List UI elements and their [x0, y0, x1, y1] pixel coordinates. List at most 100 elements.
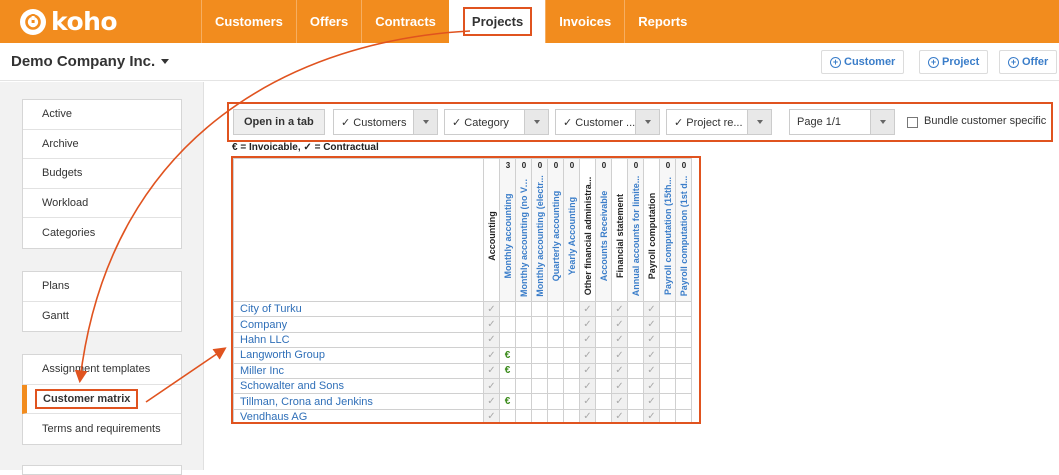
matrix-cell[interactable] [531, 316, 548, 333]
matrix-cell[interactable] [531, 331, 548, 349]
matrix-cell[interactable] [627, 408, 644, 422]
matrix-cell[interactable]: ✓ [579, 347, 596, 364]
matrix-cell[interactable]: ✓ [579, 362, 596, 379]
customer-link[interactable]: Hahn LLC [233, 331, 484, 349]
matrix-cell[interactable] [563, 316, 580, 333]
matrix-cell[interactable]: ✓ [611, 393, 628, 410]
matrix-cell[interactable] [675, 408, 692, 422]
category-filter-select[interactable]: ✓ Category [444, 109, 549, 135]
matrix-cell[interactable] [563, 408, 580, 422]
matrix-cell[interactable] [595, 300, 612, 318]
matrix-cell[interactable] [531, 300, 548, 318]
matrix-cell[interactable] [515, 393, 532, 410]
matrix-cell[interactable] [659, 316, 676, 333]
matrix-cell[interactable] [499, 408, 516, 422]
project-responsible-filter-select[interactable]: ✓ Project re... [666, 109, 772, 135]
matrix-cell[interactable] [675, 377, 692, 395]
matrix-cell[interactable] [675, 393, 692, 410]
matrix-cell[interactable]: ✓ [483, 331, 500, 349]
matrix-cell[interactable] [499, 377, 516, 395]
matrix-cell[interactable]: ✓ [579, 331, 596, 349]
column-label[interactable]: Accounts Receivable [598, 175, 610, 297]
sidebar-item-terms[interactable]: Terms and requirements [23, 414, 181, 444]
column-label[interactable]: Monthly accounting [502, 175, 514, 297]
matrix-cell[interactable] [659, 347, 676, 364]
column-label[interactable]: Yearly Accounting [566, 175, 578, 297]
matrix-cell[interactable]: ✓ [483, 316, 500, 333]
customer-link[interactable]: Vendhaus AG [233, 408, 484, 422]
sidebar-item-archive[interactable]: Archive [23, 130, 181, 159]
matrix-cell[interactable] [595, 362, 612, 379]
matrix-cell[interactable] [627, 377, 644, 395]
matrix-cell[interactable] [515, 377, 532, 395]
matrix-cell[interactable] [659, 377, 676, 395]
matrix-cell[interactable] [627, 316, 644, 333]
sidebar-item-plans[interactable]: Plans [23, 272, 181, 302]
matrix-cell[interactable] [627, 347, 644, 364]
matrix-cell[interactable]: € [499, 347, 516, 364]
matrix-cell[interactable] [627, 300, 644, 318]
matrix-cell[interactable]: ✓ [643, 377, 660, 395]
customer-link[interactable]: Schowalter and Sons [233, 377, 484, 395]
matrix-cell[interactable]: ✓ [483, 300, 500, 318]
matrix-cell[interactable] [595, 377, 612, 395]
matrix-cell[interactable]: ✓ [643, 347, 660, 364]
sidebar-item-workload[interactable]: Workload [23, 189, 181, 218]
matrix-cell[interactable] [515, 408, 532, 422]
matrix-cell[interactable] [595, 347, 612, 364]
matrix-cell[interactable]: ✓ [579, 408, 596, 422]
customer-link[interactable]: Langworth Group [233, 347, 484, 364]
matrix-cell[interactable]: € [499, 362, 516, 379]
matrix-cell[interactable] [515, 362, 532, 379]
matrix-cell[interactable] [563, 331, 580, 349]
column-label[interactable]: Monthly accounting (no VAT... [518, 175, 530, 297]
matrix-cell[interactable] [547, 362, 564, 379]
matrix-cell[interactable]: ✓ [611, 377, 628, 395]
matrix-cell[interactable]: ✓ [483, 408, 500, 422]
matrix-cell[interactable] [627, 362, 644, 379]
matrix-cell[interactable] [499, 300, 516, 318]
matrix-cell[interactable] [515, 300, 532, 318]
nav-projects[interactable]: Projects [448, 0, 546, 43]
matrix-cell[interactable]: ✓ [643, 393, 660, 410]
sidebar-item-customer-matrix[interactable]: Customer matrix [22, 384, 181, 414]
bundle-checkbox[interactable] [907, 117, 918, 128]
matrix-cell[interactable] [531, 408, 548, 422]
matrix-cell[interactable]: ✓ [643, 331, 660, 349]
sidebar-item-gantt[interactable]: Gantt [23, 302, 181, 332]
matrix-cell[interactable] [547, 300, 564, 318]
matrix-cell[interactable] [563, 347, 580, 364]
matrix-cell[interactable] [595, 331, 612, 349]
nav-customers[interactable]: Customers [201, 0, 296, 43]
nav-contracts[interactable]: Contracts [361, 0, 449, 43]
matrix-cell[interactable] [531, 377, 548, 395]
nav-invoices[interactable]: Invoices [545, 0, 624, 43]
matrix-cell[interactable] [659, 393, 676, 410]
matrix-cell[interactable] [547, 408, 564, 422]
matrix-cell[interactable] [547, 316, 564, 333]
matrix-cell[interactable] [547, 347, 564, 364]
matrix-cell[interactable] [675, 362, 692, 379]
matrix-cell[interactable]: ✓ [643, 362, 660, 379]
column-label[interactable]: Annual accounts for limite... [630, 175, 642, 297]
matrix-cell[interactable] [595, 393, 612, 410]
matrix-cell[interactable] [627, 331, 644, 349]
page-select[interactable]: Page 1/1 [789, 109, 895, 135]
matrix-cell[interactable]: ✓ [643, 300, 660, 318]
sidebar-item-assignment-templates[interactable]: Assignment templates [23, 355, 181, 385]
matrix-cell[interactable]: ✓ [611, 316, 628, 333]
logo[interactable]: koho [20, 7, 118, 36]
matrix-cell[interactable] [627, 393, 644, 410]
matrix-cell[interactable]: ✓ [483, 362, 500, 379]
matrix-cell[interactable] [547, 393, 564, 410]
matrix-cell[interactable]: ✓ [611, 331, 628, 349]
matrix-cell[interactable] [531, 362, 548, 379]
matrix-cell[interactable]: ✓ [611, 347, 628, 364]
matrix-cell[interactable] [659, 331, 676, 349]
matrix-cell[interactable]: ✓ [643, 408, 660, 422]
matrix-cell[interactable]: ✓ [611, 408, 628, 422]
matrix-cell[interactable] [675, 316, 692, 333]
customer-link[interactable]: Tillman, Crona and Jenkins [233, 393, 484, 410]
nav-reports[interactable]: Reports [624, 0, 700, 43]
customer-link[interactable]: City of Turku [233, 300, 484, 318]
